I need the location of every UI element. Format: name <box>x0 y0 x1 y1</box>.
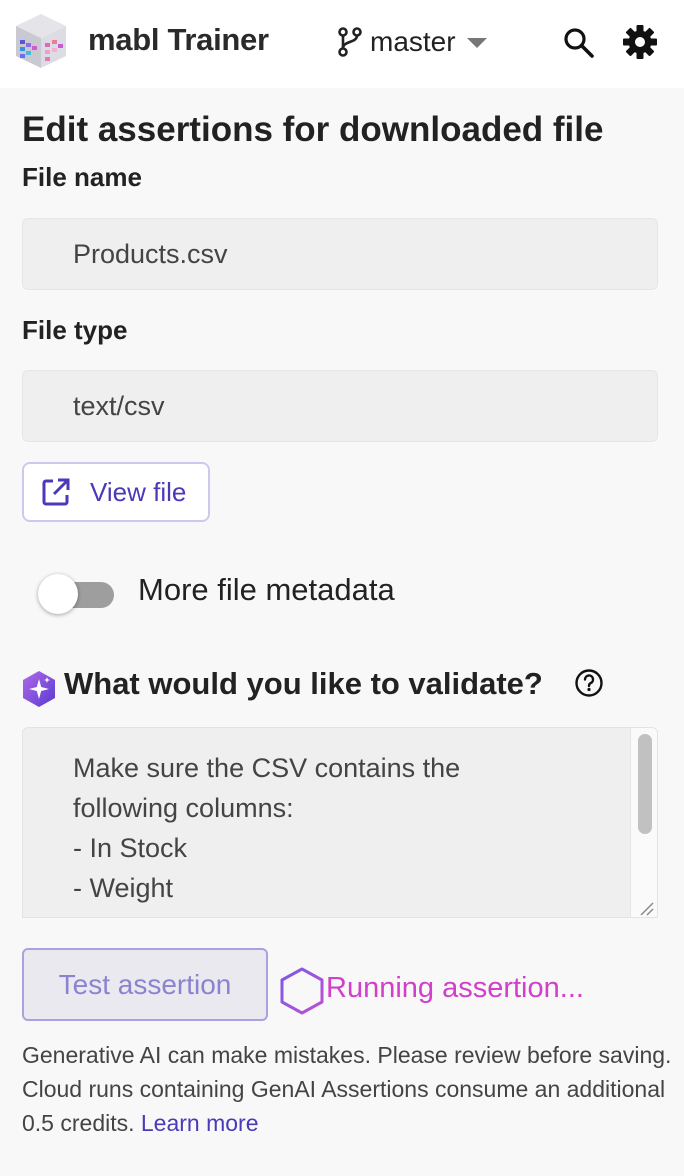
branch-selector[interactable]: master <box>336 22 488 62</box>
disclaimer-text: Generative AI can make mistakes. Please … <box>22 1042 672 1136</box>
file-type-label: File type <box>22 315 128 345</box>
app-header: mabl Trainer master <box>0 0 684 88</box>
view-file-label: View file <box>90 476 187 507</box>
more-metadata-label: More file metadata <box>138 572 395 607</box>
learn-more-link[interactable]: Learn more <box>141 1110 259 1136</box>
view-file-button[interactable]: View file <box>22 462 210 522</box>
branch-label: master <box>370 26 456 57</box>
running-status: Running assertion... <box>326 972 584 1004</box>
more-metadata-toggle[interactable] <box>38 574 116 614</box>
genai-disclaimer: Generative AI can make mistakes. Please … <box>22 1038 672 1140</box>
gear-icon[interactable] <box>622 24 658 60</box>
open-external-icon <box>42 478 70 506</box>
loading-spinner-icon <box>280 967 324 1015</box>
file-type-field[interactable] <box>22 370 658 442</box>
page-title: Edit assertions for downloaded file <box>22 110 604 149</box>
mabl-logo-icon <box>16 14 66 68</box>
validate-title: What would you like to validate? <box>64 666 543 701</box>
file-name-label: File name <box>22 162 142 192</box>
search-icon[interactable] <box>562 26 596 60</box>
caret-down-icon <box>466 38 487 48</box>
scroll-thumb[interactable] <box>638 734 652 834</box>
help-icon[interactable] <box>574 668 604 698</box>
validation-prompt-textarea[interactable]: Make sure the CSV contains the following… <box>22 727 658 918</box>
file-name-field[interactable] <box>22 218 658 290</box>
resize-grip-icon[interactable] <box>637 899 655 917</box>
toggle-thumb <box>38 574 78 614</box>
test-assertion-button[interactable]: Test assertion <box>22 948 268 1021</box>
git-branch-icon <box>338 27 362 57</box>
textarea-scrollbar[interactable] <box>630 728 657 917</box>
app-title: mabl Trainer <box>88 22 269 57</box>
ai-sparkle-icon <box>23 671 55 707</box>
validation-prompt-text: Make sure the CSV contains the following… <box>73 753 461 917</box>
